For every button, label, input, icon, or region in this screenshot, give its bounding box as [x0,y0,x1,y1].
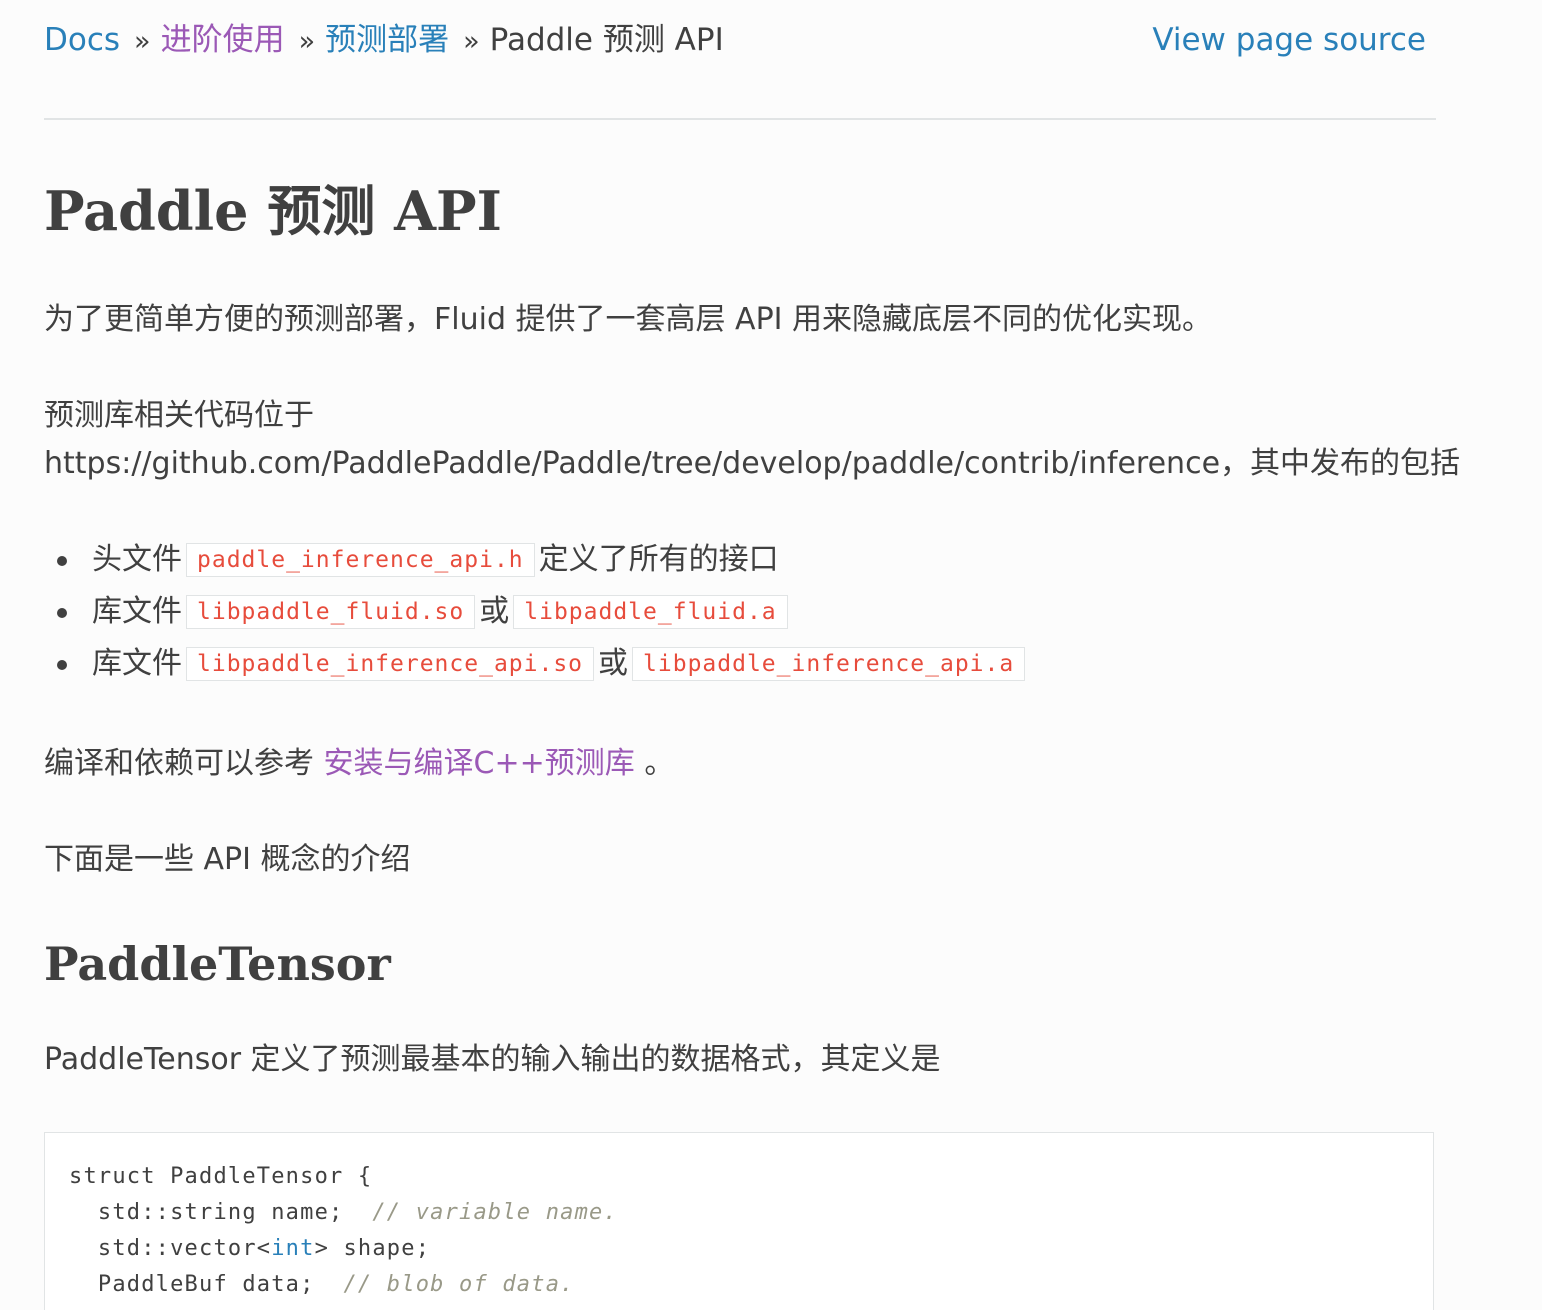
build-paragraph: 编译和依赖可以参考 安装与编译C++预测库 。 [44,740,674,788]
list-item-prefix: 库文件 [92,646,182,681]
breadcrumb-advanced-link[interactable]: 进阶使用 [161,22,285,58]
code-comment: // variable name. [372,1200,618,1225]
code-block: struct PaddleTensor { std::string name; … [44,1132,1434,1310]
list-item: 库文件 libpaddle_fluid.so 或 libpaddle_fluid.a [44,586,1029,638]
breadcrumb-docs-link[interactable]: Docs [44,22,120,58]
breadcrumb-separator: » [463,26,480,57]
install-build-link[interactable]: 安装与编译C++预测库 [324,746,635,781]
code-line: std::vector<int> shape; [69,1231,618,1267]
list-item: 头文件 paddle_inference_api.h 定义了所有的接口 [44,534,1029,586]
build-text: 编译和依赖可以参考 [44,746,314,781]
code-literal: libpaddle_fluid.so [186,595,476,629]
code-text: std::vector< [69,1236,272,1261]
intro-paragraph: 为了更简单方便的预测部署，Fluid 提供了一套高层 API 用来隐藏底层不同的… [44,302,1213,337]
code-line: PaddleBuf data; // blob of data. [69,1267,618,1303]
code-text: std::string name; [69,1200,373,1225]
release-files-list: 头文件 paddle_inference_api.h 定义了所有的接口 库文件 lib… [44,534,1029,690]
code-text: > shape; [314,1236,431,1261]
breadcrumb-separator: » [134,26,151,57]
list-item-text: 或 [479,594,510,629]
list-item-prefix: 库文件 [92,594,182,629]
code-line: std::string name; // variable name. [69,1195,618,1231]
code-comment: // blob of data. [343,1272,575,1297]
breadcrumb-current: Paddle 预测 API [489,22,724,58]
section-heading-paddletensor: PaddleTensor [44,937,391,991]
page-title: Paddle 预测 API [44,179,502,243]
location-paragraph: 预测库相关代码位于 https://github.com/PaddlePaddl… [44,392,1460,488]
code-literal: libpaddle_fluid.a [513,595,788,629]
concepts-paragraph: 下面是一些 API 概念的介绍 [44,842,411,877]
view-page-source-link[interactable]: View page source [1152,18,1426,62]
code-literal: libpaddle_inference_api.so [186,647,595,681]
bullet-icon [57,608,67,618]
tensor-description: PaddleTensor 定义了预测最基本的输入输出的数据格式，其定义是 [44,1042,941,1077]
list-item-prefix: 头文件 [92,542,182,577]
code-line: struct PaddleTensor { [69,1164,373,1189]
list-item: 库文件 libpaddle_inference_api.so 或 libpaddle_… [44,638,1029,690]
breadcrumb: Docs » 进阶使用 » 预测部署 » Paddle 预测 API View page s… [44,18,1436,66]
header-divider [44,118,1436,120]
list-item-text: 定义了所有的接口 [538,542,779,577]
code-keyword: int [271,1236,315,1261]
breadcrumb-deploy-link[interactable]: 预测部署 [325,22,449,58]
location-text: 预测库相关代码位于 [44,398,314,433]
bullet-icon [57,660,67,670]
build-suffix: 。 [644,746,675,781]
code-literal: paddle_inference_api.h [186,543,535,577]
code-literal: libpaddle_inference_api.a [632,647,1026,681]
breadcrumb-separator: » [298,26,316,57]
list-item-text: 或 [598,646,629,681]
bullet-icon [57,556,67,566]
code-text: PaddleBuf data; [69,1272,344,1297]
location-url-text: https://github.com/PaddlePaddle/Paddle/t… [44,446,1461,481]
code-content: struct PaddleTensor { std::string name; … [69,1159,618,1303]
